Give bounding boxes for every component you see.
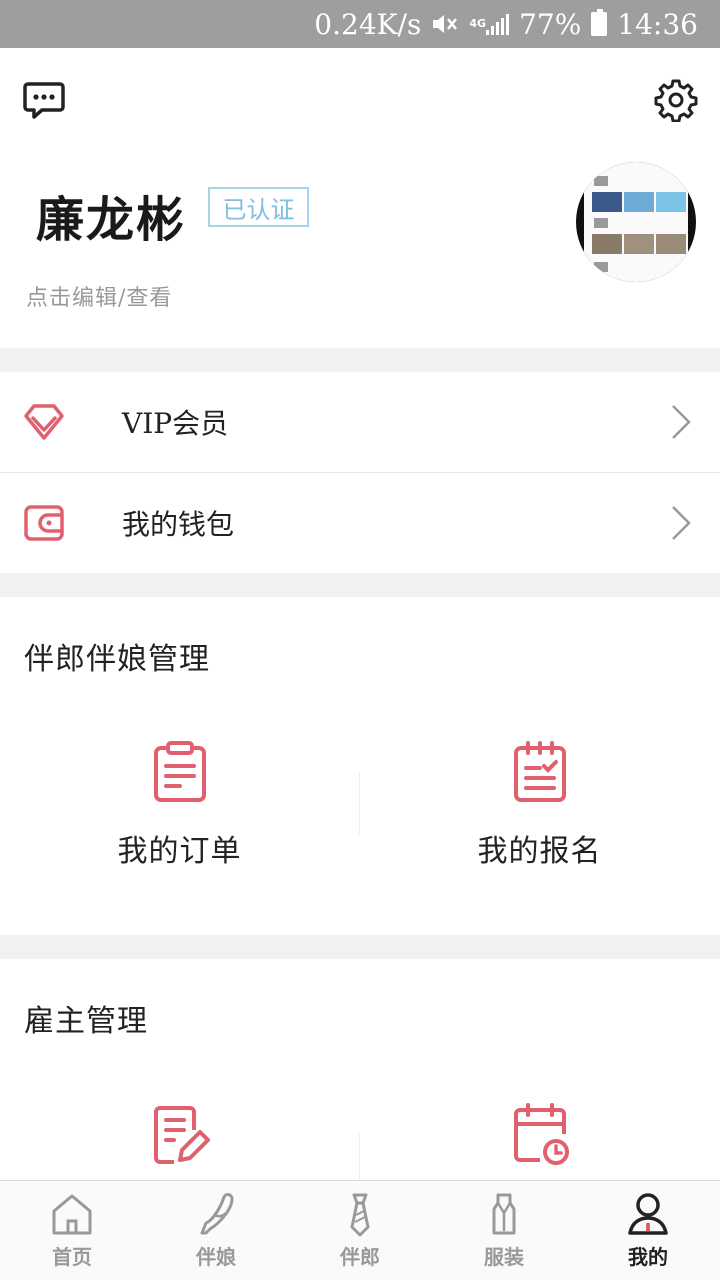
chevron-right-icon [672,506,691,540]
vip-row[interactable]: VIP会员 [0,372,720,472]
my-orders-label: 我的订单 [117,834,242,869]
my-signups-label: 我的报名 [477,834,602,869]
mute-icon [431,11,459,37]
avatar[interactable] [576,162,696,282]
wallet-label: 我的钱包 [122,508,235,541]
tab-label: 服装 [484,1245,524,1269]
message-icon[interactable] [22,78,66,122]
my-orders-button[interactable]: 我的订单 [0,740,359,870]
edit-document-icon [153,1106,210,1164]
diamond-icon [24,404,64,440]
tab-groomsman[interactable]: 伴郎 [288,1181,432,1280]
tab-label: 首页 [52,1245,92,1269]
verified-badge: 已认证 [208,187,309,227]
tab-clothing[interactable]: 服装 [432,1181,576,1280]
user-name: 廉龙彬 [36,192,187,248]
battery-icon [591,9,608,36]
signal-icon: 4G [469,13,510,35]
high-heel-icon [200,1193,234,1235]
calendar-clock-icon [513,1103,569,1165]
tab-bridesmaid[interactable]: 伴娘 [144,1181,288,1280]
section-separator [0,573,720,597]
tab-home[interactable]: 首页 [0,1181,144,1280]
employer-publish-button[interactable] [0,1102,359,1166]
profile-card[interactable]: 廉龙彬 已认证 点击编辑/查看 [0,140,720,348]
section-separator [0,348,720,372]
vip-label: VIP会员 [122,407,229,440]
wallet-icon [24,505,64,541]
user-icon [628,1193,668,1235]
tab-mine[interactable]: 我的 [576,1181,720,1280]
gear-icon[interactable] [654,78,698,123]
clipboard-icon [153,741,206,802]
wallet-row[interactable]: 我的钱包 [0,473,720,573]
status-bar: 0.24K/s 4G 77% 14:36 [0,0,720,48]
clock: 14:36 [617,7,698,41]
section-title: 雇主管理 [24,1004,148,1039]
battery-percent: 77% [519,7,582,41]
clipboard-check-icon [513,741,566,802]
tie-icon [350,1193,370,1237]
my-signups-button[interactable]: 我的报名 [360,740,719,870]
home-icon [52,1194,92,1235]
section-separator [0,935,720,959]
suit-icon [492,1193,516,1235]
chevron-right-icon [672,405,691,439]
tab-label: 我的 [628,1245,668,1269]
bottom-tab-bar: 首页 伴娘 伴郎 服装 我的 [0,1180,720,1280]
tab-label: 伴娘 [196,1245,236,1269]
network-speed: 0.24K/s [314,7,422,41]
section-title: 伴郎伴娘管理 [24,642,210,677]
employer-schedule-button[interactable] [360,1102,719,1166]
edit-hint[interactable]: 点击编辑/查看 [26,280,172,312]
avatar-image [584,162,688,282]
tab-label: 伴郎 [340,1245,380,1269]
